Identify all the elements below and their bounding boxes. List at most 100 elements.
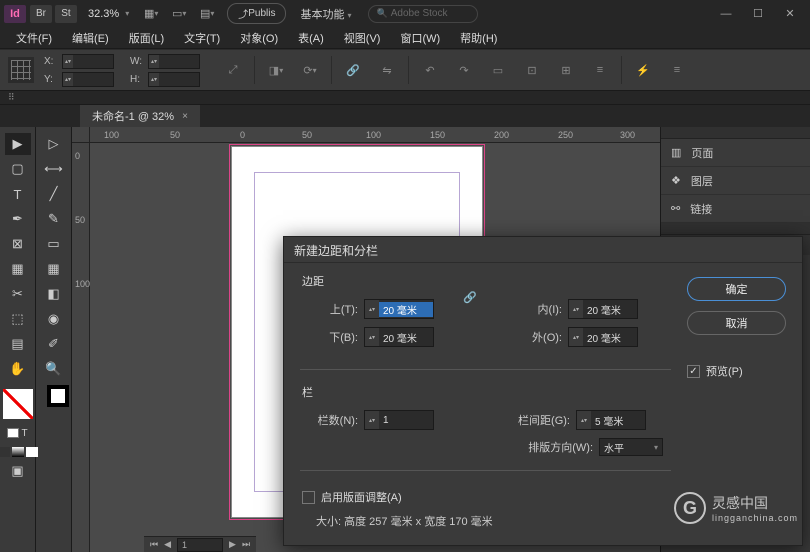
close-tab-icon[interactable]: ×: [182, 111, 188, 122]
panel-menu-icon[interactable]: ≡: [664, 57, 690, 83]
gutter-label: 栏间距(G):: [500, 412, 570, 428]
rectangle-tool[interactable]: ▭: [41, 233, 67, 255]
cancel-button[interactable]: 取消: [687, 311, 786, 335]
prev-page-icon[interactable]: ◀: [164, 539, 171, 550]
fill-swatch[interactable]: [3, 389, 33, 419]
menu-layout[interactable]: 版面(L): [129, 30, 164, 46]
view-options-icon[interactable]: ▦▾: [141, 5, 161, 23]
document-tab[interactable]: 未命名-1 @ 32%×: [80, 105, 200, 127]
minimize-button[interactable]: ―: [714, 5, 738, 23]
dialog-title: 新建边距和分栏: [284, 237, 802, 263]
h-field[interactable]: ▴▾: [148, 72, 200, 87]
bridge-button[interactable]: Br: [30, 5, 52, 23]
selection-tool[interactable]: ▶: [5, 133, 31, 155]
pen-tool[interactable]: ✒: [5, 208, 31, 230]
flip-h-icon[interactable]: ⇋: [374, 57, 400, 83]
publish-button[interactable]: ⤴ Publis: [227, 3, 286, 24]
pages-icon: ▥: [671, 146, 681, 159]
status-bar: ⏮ ◀ 1 ▶ ⏭: [144, 536, 256, 552]
eyedropper-tool[interactable]: ✐: [41, 333, 67, 355]
y-field[interactable]: ▴▾: [62, 72, 114, 87]
first-page-icon[interactable]: ⏮: [150, 539, 158, 550]
apply-none-icon[interactable]: [26, 447, 38, 457]
menu-view[interactable]: 视图(V): [344, 30, 381, 46]
bottom-field[interactable]: ▴▾20 毫米: [364, 327, 434, 347]
note-tool[interactable]: ▤: [5, 333, 31, 355]
direction-select[interactable]: 水平▾: [599, 438, 663, 456]
zoom-tool[interactable]: 🔍: [41, 358, 67, 380]
rectangle-frame-tool[interactable]: ⊠: [5, 233, 31, 255]
page-number-field[interactable]: 1: [177, 538, 223, 552]
screen-mode-icon[interactable]: ▭▾: [169, 5, 189, 23]
view-mode-tool[interactable]: ▣: [5, 460, 31, 482]
quick-apply-icon[interactable]: ⚡: [630, 57, 656, 83]
menu-file[interactable]: 文件(F): [16, 30, 52, 46]
horizontal-ruler[interactable]: 100 50 0 50 100 150 200 250 300: [90, 127, 660, 143]
undo-icon[interactable]: ↶: [417, 57, 443, 83]
free-transform-tool[interactable]: ⬚: [5, 308, 31, 330]
fit-icon[interactable]: ⊞: [553, 57, 579, 83]
close-button[interactable]: ✕: [778, 5, 802, 23]
workspace-switcher[interactable]: 基本功能 ▾: [300, 6, 351, 22]
panel-links[interactable]: ⚯链接: [661, 195, 810, 223]
panel-pages[interactable]: ▥页面: [661, 139, 810, 167]
effects-icon[interactable]: ▭: [485, 57, 511, 83]
inside-field[interactable]: ▴▾20 毫米: [568, 299, 638, 319]
apply-color-icon[interactable]: [0, 447, 10, 457]
count-field[interactable]: ▴▾1: [364, 410, 434, 430]
menu-object[interactable]: 对象(O): [240, 30, 278, 46]
x-field[interactable]: ▴▾: [62, 54, 114, 69]
gradient-feather-tool[interactable]: ◉: [41, 308, 67, 330]
line-tool[interactable]: ╱: [41, 183, 67, 205]
menu-window[interactable]: 窗口(W): [400, 30, 440, 46]
gradient-swatch-tool[interactable]: ◧: [41, 283, 67, 305]
drag-handle-icon[interactable]: ⠿: [8, 92, 17, 103]
measure-tool[interactable]: ▦: [41, 258, 67, 280]
menu-type[interactable]: 文字(T): [184, 30, 220, 46]
scissors-tool[interactable]: ✂: [5, 283, 31, 305]
rotate-icon[interactable]: ⟳ ▾: [297, 57, 323, 83]
menu-table[interactable]: 表(A): [298, 30, 324, 46]
preview-checkbox[interactable]: [687, 365, 700, 378]
hand-tool[interactable]: ✋: [5, 358, 31, 380]
outside-field[interactable]: ▴▾20 毫米: [568, 327, 638, 347]
type-tool[interactable]: T: [5, 183, 31, 205]
page-tool[interactable]: ▢: [5, 158, 31, 180]
pencil-tool[interactable]: ✎: [41, 208, 67, 230]
last-page-icon[interactable]: ⏭: [242, 539, 250, 550]
redo-icon[interactable]: ↷: [451, 57, 477, 83]
margins-group-label: 边距: [302, 273, 669, 289]
default-colors-icon[interactable]: [7, 428, 19, 438]
maximize-button[interactable]: ☐: [746, 5, 770, 23]
align-icon[interactable]: ≡: [587, 57, 613, 83]
zoom-level[interactable]: 32.3% ▾: [88, 8, 129, 20]
w-field[interactable]: ▴▾: [148, 54, 200, 69]
stroke-swatch[interactable]: [47, 385, 69, 407]
grid-tool[interactable]: ▦: [5, 258, 31, 280]
search-stock[interactable]: Adobe Stock: [368, 5, 478, 23]
link-margins-icon[interactable]: 🔗: [462, 279, 478, 315]
apply-gradient-icon[interactable]: [12, 447, 24, 457]
reference-point[interactable]: [8, 57, 34, 83]
margins-columns-dialog: 新建边距和分栏 边距 上(T): ▴▾20 毫米 下(B): ▴▾20 毫米 🔗: [283, 236, 803, 546]
direct-selection-tool[interactable]: ▷: [41, 133, 67, 155]
arrange-icon[interactable]: ▤▾: [197, 5, 217, 23]
next-page-icon[interactable]: ▶: [229, 539, 236, 550]
ok-button[interactable]: 确定: [687, 277, 786, 301]
collapsed-tab-strip: ⠿: [0, 91, 810, 105]
menu-help[interactable]: 帮助(H): [460, 30, 497, 46]
link-icon[interactable]: 🔗: [340, 57, 366, 83]
corner-icon[interactable]: ⊡: [519, 57, 545, 83]
constrain-icon[interactable]: ⤢: [220, 57, 246, 83]
gap-tool[interactable]: ⟷: [41, 158, 67, 180]
ruler-origin[interactable]: [72, 127, 90, 143]
stock-button[interactable]: St: [55, 5, 77, 23]
scale-x-icon[interactable]: ◨ ▾: [263, 57, 289, 83]
panel-layers[interactable]: ❖图层: [661, 167, 810, 195]
menu-edit[interactable]: 编辑(E): [72, 30, 109, 46]
layout-adjust-checkbox[interactable]: [302, 491, 315, 504]
bottom-label: 下(B):: [302, 329, 358, 345]
top-field[interactable]: ▴▾20 毫米: [364, 299, 434, 319]
vertical-ruler[interactable]: 0 50 100: [72, 143, 90, 552]
gutter-field[interactable]: ▴▾5 毫米: [576, 410, 646, 430]
